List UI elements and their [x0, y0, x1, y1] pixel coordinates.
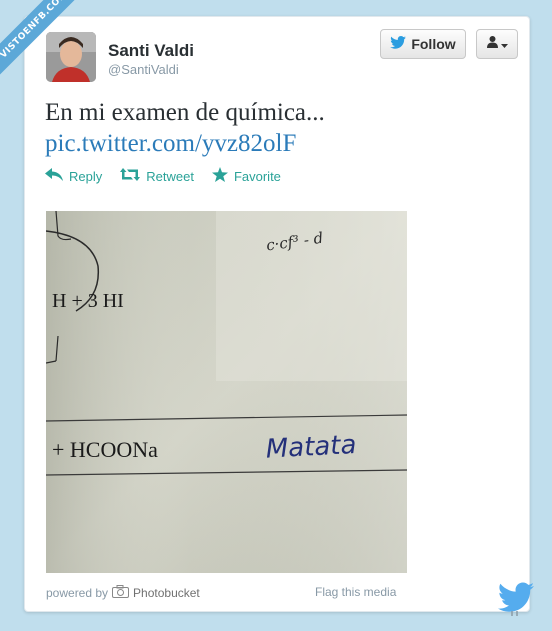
- follow-label: Follow: [411, 36, 456, 52]
- media-formula-line1: H + 3 HI: [52, 290, 124, 312]
- media-handwriting: Matata: [265, 430, 357, 465]
- flag-media-link[interactable]: Flag this media: [315, 585, 396, 599]
- reply-label: Reply: [69, 168, 103, 184]
- powered-by: powered by Photobucket: [46, 585, 200, 601]
- screen-name[interactable]: @SantiValdi: [108, 62, 179, 77]
- user-icon: [486, 35, 498, 53]
- retweet-button[interactable]: Retweet: [120, 167, 194, 185]
- photobucket-link[interactable]: Photobucket: [133, 586, 200, 600]
- media-formula-line2: + HCOONa: [52, 437, 158, 462]
- twitter-bird-icon: [496, 580, 536, 621]
- follow-button[interactable]: Follow: [380, 29, 466, 59]
- favorite-label: Favorite: [233, 168, 281, 184]
- tweet-text: En mi examen de química... pic.twitter.c…: [45, 97, 505, 159]
- tweet-body: En mi examen de química...: [45, 99, 325, 126]
- media-photo[interactable]: H + 3 HI + HCOONa Matata c·cf³ - d: [46, 211, 407, 573]
- tweet-card: Santi Valdi @SantiValdi Follow En mi exa…: [24, 16, 530, 612]
- watermark-text: VISTOENFB.COM: [0, 0, 80, 76]
- user-actions-button[interactable]: [476, 29, 518, 59]
- retweet-label: Retweet: [146, 168, 194, 184]
- reply-button[interactable]: Reply: [45, 167, 102, 185]
- star-icon: [211, 167, 228, 185]
- favorite-button[interactable]: Favorite: [211, 167, 281, 185]
- reply-icon: [45, 168, 63, 184]
- bird-icon: [390, 36, 407, 52]
- retweet-icon: [120, 168, 141, 184]
- chevron-down-icon: [500, 35, 508, 53]
- watermark-ribbon: VISTOENFB.COM: [0, 0, 80, 80]
- tweet-actions: Reply Retweet Favorite: [45, 167, 281, 185]
- display-name[interactable]: Santi Valdi: [108, 41, 194, 61]
- tweet-media-link[interactable]: pic.twitter.com/yvz82olF: [45, 128, 505, 159]
- camera-icon: [112, 585, 130, 601]
- powered-by-label: powered by: [46, 586, 109, 600]
